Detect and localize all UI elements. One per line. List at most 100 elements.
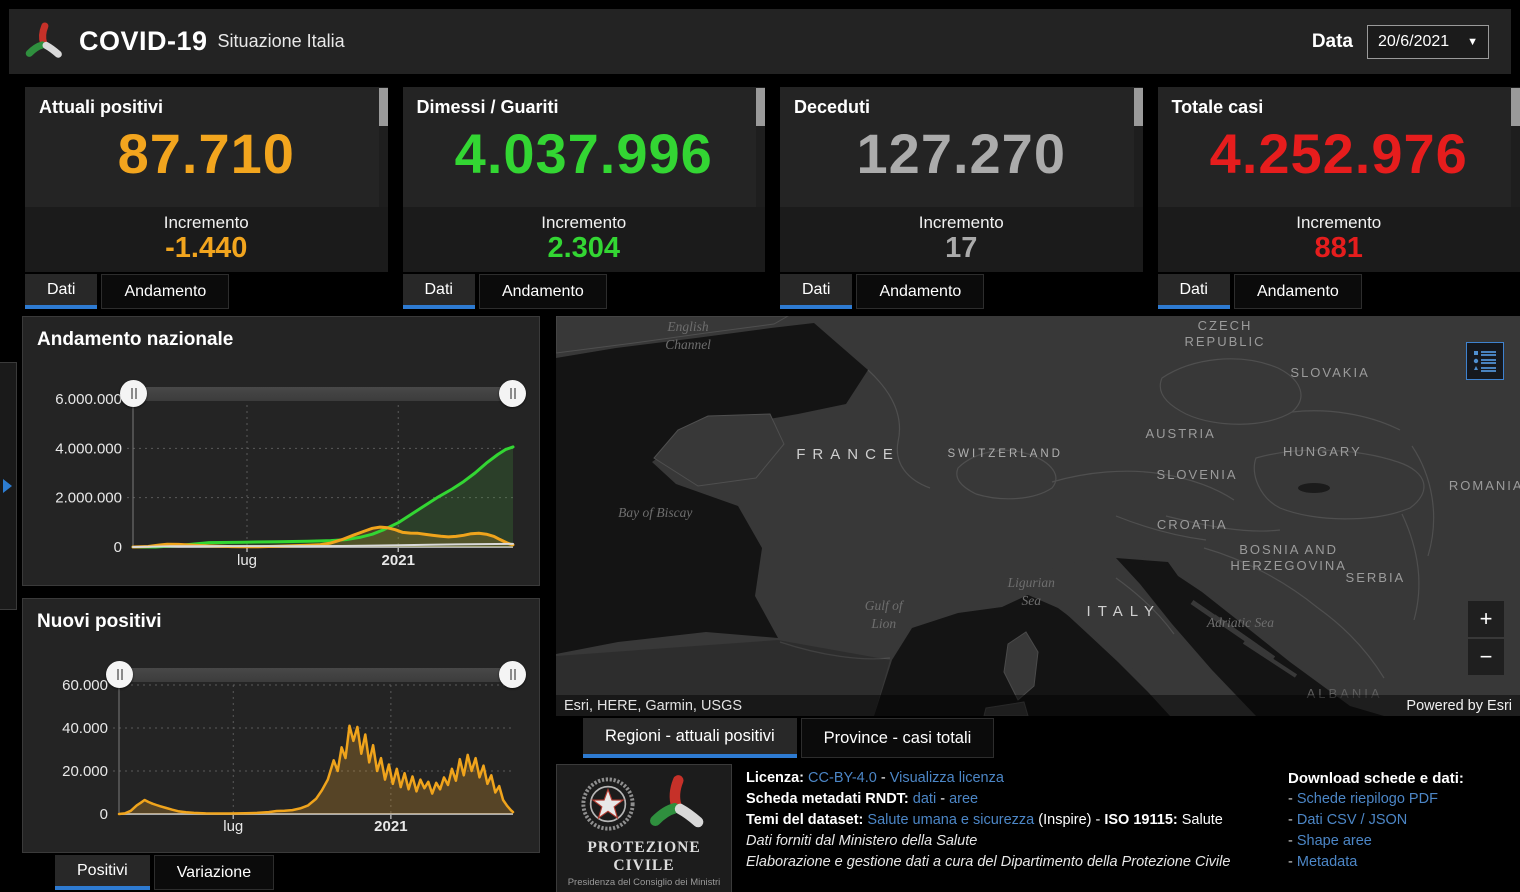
svg-text:0: 0 [100, 806, 108, 823]
increment-value: 2.304 [403, 233, 766, 265]
increment-label: Incremento [403, 213, 766, 233]
tab-dati[interactable]: Dati [780, 274, 852, 309]
card-body: Attuali positivi 87.710 [25, 87, 388, 207]
svg-text:40.000: 40.000 [62, 720, 108, 737]
page-subtitle: Situazione Italia [218, 31, 345, 52]
card-title: Dimessi / Guariti [417, 97, 752, 118]
tab-andamento[interactable]: Andamento [1234, 274, 1362, 309]
separator: - [881, 770, 886, 786]
card-scrollbar[interactable] [379, 88, 388, 126]
tab-regioni-attuali-positivi[interactable]: Regioni - attuali positivi [583, 718, 797, 758]
view-license-link[interactable]: Visualizza licenza [890, 770, 1004, 786]
map-attribution-bar: Esri, HERE, Garmin, USGS Powered by Esri [556, 695, 1520, 716]
collapsed-side-panel [0, 362, 17, 610]
dash: - [1288, 854, 1293, 870]
range-slider-left-handle[interactable] [120, 380, 147, 407]
download-item: - Metadata [1288, 852, 1520, 873]
area-dimessi-guariti [133, 447, 513, 547]
protezione-civile-logo-icon [23, 21, 65, 63]
download-links: Download schede e dati: - Schede riepilo… [1288, 764, 1520, 892]
tab-dati[interactable]: Dati [403, 274, 475, 309]
card-scrollbar[interactable] [1134, 88, 1143, 126]
card-value: 127.270 [794, 126, 1129, 182]
card-tabs: Dati Andamento [780, 274, 1143, 309]
tab-province-casi-totali[interactable]: Province - casi totali [801, 718, 995, 758]
metadata-aree-link[interactable]: aree [949, 791, 978, 807]
themes-link[interactable]: Salute umana e sicurezza [867, 812, 1034, 828]
increment-label: Incremento [780, 213, 1143, 233]
legend-button[interactable] [1466, 342, 1504, 380]
page-title: COVID-19 [79, 26, 208, 57]
card-scrollbar[interactable] [1511, 88, 1520, 126]
dash: - [1288, 812, 1293, 828]
time-range-slider[interactable] [133, 387, 513, 401]
svg-text:2.000.000: 2.000.000 [55, 490, 122, 507]
zoom-out-button[interactable]: − [1468, 639, 1504, 675]
iso-label: ISO 19115: [1104, 812, 1177, 828]
map-canvas[interactable]: CZECH REPUBLICSLOVAKIAAUSTRIAHUNGARYSLOV… [556, 316, 1520, 716]
range-slider-left-handle[interactable] [106, 661, 133, 688]
date-dropdown-value: 20/6/2021 [1378, 33, 1449, 51]
card-title: Deceduti [794, 97, 1129, 118]
card-value: 4.252.976 [1172, 126, 1507, 182]
zoom-in-button[interactable]: + [1468, 601, 1504, 637]
dash: - [1288, 833, 1293, 849]
area-nuovi-positivi [119, 726, 513, 814]
card-value: 87.710 [39, 126, 374, 182]
card-body: Deceduti 127.270 [780, 87, 1143, 207]
slider-grip-icon [131, 388, 137, 399]
tab-andamento[interactable]: Andamento [101, 274, 229, 309]
chevron-down-icon: ▼ [1467, 36, 1478, 48]
card-deceduti: Deceduti 127.270 Incremento 17 Dati Anda… [780, 87, 1143, 309]
range-slider-right-handle[interactable] [499, 380, 526, 407]
svg-text:4.000.000: 4.000.000 [55, 440, 122, 457]
svg-text:2021: 2021 [374, 818, 407, 835]
download-metadata-link[interactable]: Metadata [1297, 854, 1357, 870]
svg-text:0: 0 [114, 539, 122, 556]
increment-label: Incremento [1158, 213, 1520, 233]
footer: PROTEZIONE CIVILE Presidenza del Consigl… [556, 764, 1520, 892]
range-slider-right-handle[interactable] [499, 661, 526, 688]
card-tabs: Dati Andamento [403, 274, 766, 309]
national-trend-title: Andamento nazionale [37, 329, 535, 355]
org-line1: Presidenza del Consiglio dei Ministri [557, 877, 731, 890]
tab-andamento[interactable]: Andamento [479, 274, 607, 309]
new-positives-chart: 020.00040.00060.000lug2021 [29, 641, 535, 861]
svg-text:2021: 2021 [382, 552, 415, 569]
metadata-label: Scheda metadati RNDT: [746, 791, 909, 807]
download-csv-json-link[interactable]: Dati CSV / JSON [1297, 812, 1407, 828]
tab-dati[interactable]: Dati [1158, 274, 1230, 309]
charts-column: Andamento nazionale 0 2.000.000 4.000.000 6… [22, 316, 540, 892]
header-bar: COVID-19 Situazione Italia Data 20/6/202… [9, 9, 1511, 74]
date-dropdown[interactable]: 20/6/2021 ▼ [1367, 25, 1489, 59]
card-value: 4.037.996 [417, 126, 752, 182]
new-positives-panel: Nuovi positivi 020.00040.00060.000lug202… [22, 598, 540, 853]
license-link[interactable]: CC-BY-4.0 [808, 770, 877, 786]
map-column: CZECH REPUBLICSLOVAKIAAUSTRIAHUNGARYSLOV… [556, 316, 1520, 892]
legend-icon [1473, 350, 1497, 372]
card-title: Totale casi [1172, 97, 1507, 118]
increment-label: Incremento [25, 213, 388, 233]
themes-inspire: (Inspire) - [1038, 812, 1100, 828]
time-range-slider[interactable] [119, 668, 513, 682]
dash: - [1288, 791, 1293, 807]
tab-andamento[interactable]: Andamento [856, 274, 984, 309]
increment-value: 881 [1158, 233, 1520, 265]
slider-grip-icon [510, 669, 516, 680]
download-pdf-link[interactable]: Schede riepilogo PDF [1297, 791, 1438, 807]
svg-text:60.000: 60.000 [62, 677, 108, 694]
card-dimessi-guariti: Dimessi / Guariti 4.037.996 Incremento 2… [403, 87, 766, 309]
metadata-dati-link[interactable]: dati [913, 791, 936, 807]
download-item: - Dati CSV / JSON [1288, 810, 1520, 831]
increment-value: -1.440 [25, 233, 388, 265]
card-increment-strip: Incremento -1.440 [25, 207, 388, 272]
tab-dati[interactable]: Dati [25, 274, 97, 309]
svg-text:6.000.000: 6.000.000 [55, 391, 122, 408]
card-tabs: Dati Andamento [25, 274, 388, 309]
card-body: Totale casi 4.252.976 [1158, 87, 1520, 207]
expand-panel-arrow-icon[interactable] [3, 479, 12, 493]
license-info: Licenza: CC-BY-4.0 - Visualizza licenza … [746, 764, 1274, 892]
download-title: Download schede e dati: [1288, 768, 1520, 789]
download-shape-link[interactable]: Shape aree [1297, 833, 1372, 849]
card-scrollbar[interactable] [756, 88, 765, 126]
